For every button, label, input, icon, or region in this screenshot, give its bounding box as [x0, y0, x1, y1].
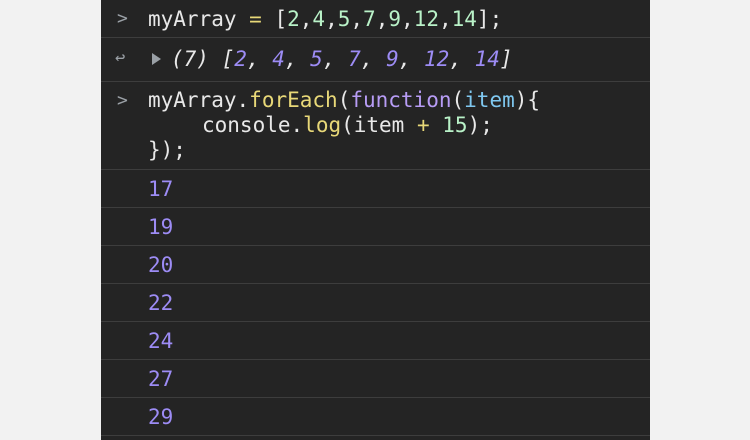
code-number: 7 — [363, 7, 376, 31]
code-operator: = — [236, 7, 275, 31]
code-number: 9 — [388, 7, 402, 31]
array-bracket-close: ] — [499, 47, 513, 71]
console-output-value: 24 — [148, 329, 174, 353]
console-output-value: 17 — [148, 177, 174, 201]
code-number: 4 — [312, 7, 326, 31]
array-length: (7) — [171, 47, 209, 71]
console-result-value[interactable]: (7) [2, 4, 5, 7, 9, 12, 14] — [171, 46, 513, 72]
code-brace: ){ — [514, 88, 541, 112]
devtools-console: > myArray = [2,4,5,7,9,12,14]; ↩ (7) [2,… — [101, 0, 650, 440]
console-output-row: 19 — [101, 208, 650, 246]
console-output-row: 22 — [101, 284, 650, 322]
code-param: item — [464, 88, 515, 112]
code-operator: + — [416, 113, 430, 137]
code-paren: ); — [467, 113, 493, 137]
code-closing: }); — [148, 138, 186, 162]
prompt-chevron-icon: > — [117, 8, 128, 29]
prompt-chevron-icon: > — [117, 90, 128, 111]
code-args: (item — [341, 113, 417, 137]
code-number: 2 — [287, 7, 300, 31]
console-result-row: ↩ (7) [2, 4, 5, 7, 9, 12, 14] — [101, 38, 650, 82]
console-output-row: 24 — [101, 322, 650, 360]
return-arrow-icon: ↩ — [115, 48, 126, 68]
console-output-value: 29 — [148, 405, 174, 429]
code-number: 5 — [337, 7, 351, 31]
code-keyword: function — [350, 88, 452, 112]
code-bracket-close: ]; — [476, 7, 503, 31]
code-bracket-open: [ — [274, 7, 288, 31]
console-output-row: 17 — [101, 170, 650, 208]
array-value: 9 — [386, 47, 399, 71]
array-value: 7 — [348, 47, 361, 71]
console-input-code-line3: }); — [148, 137, 186, 163]
expand-triangle-icon[interactable] — [152, 53, 161, 65]
array-value: 12 — [424, 47, 450, 71]
code-number: 14 — [451, 7, 477, 31]
code-dot: . — [236, 88, 250, 112]
console-input-row[interactable]: > myArray = [2,4,5,7,9,12,14]; — [101, 0, 650, 38]
console-output-value: 20 — [148, 253, 174, 277]
array-value: 2 — [234, 47, 247, 71]
console-input-row[interactable]: > myArray.forEach(function(item){ consol… — [101, 82, 650, 170]
console-output-row: 29 — [101, 398, 650, 436]
array-value: 14 — [474, 47, 500, 71]
code-dot: . — [290, 113, 304, 137]
console-output-row: 27 — [101, 360, 650, 398]
console-output-value: 22 — [148, 291, 174, 315]
code-variable: myArray — [148, 7, 237, 31]
console-input-code: myArray = [2,4,5,7,9,12,14]; — [148, 7, 503, 31]
console-output-value: 27 — [148, 367, 174, 391]
code-number: 15 — [442, 113, 468, 137]
code-method: forEach — [249, 88, 338, 112]
console-output-row: 20 — [101, 246, 650, 284]
code-number: 12 — [413, 7, 439, 31]
array-value: 4 — [272, 47, 285, 71]
console-output-value: 19 — [148, 215, 174, 239]
code-object: console — [202, 113, 291, 137]
code-paren: ( — [337, 88, 351, 112]
console-input-code-line1: myArray.forEach(function(item){ — [148, 87, 540, 113]
code-paren: ( — [451, 88, 465, 112]
code-object: myArray — [148, 88, 237, 112]
code-method: log — [303, 113, 342, 137]
array-value: 5 — [310, 47, 323, 71]
array-bracket-open: [ — [221, 47, 235, 71]
console-input-code-line2: console.log(item + 15); — [202, 112, 493, 138]
